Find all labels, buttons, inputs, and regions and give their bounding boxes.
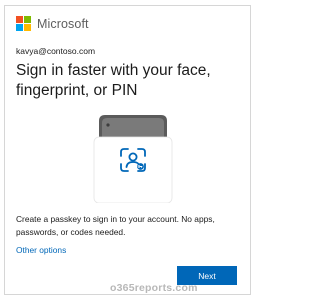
account-email: kavya@contoso.com [16, 46, 96, 56]
passkey-illustration [93, 115, 173, 204]
brand-header: Microsoft [16, 16, 89, 31]
page-title: Sign in faster with your face, fingerpri… [16, 62, 211, 99]
passkey-signin-card: Microsoft kavya@contoso.com Sign in fast… [4, 5, 251, 295]
logo-square-red [16, 16, 23, 23]
watermark-text: o365reports.com [110, 282, 198, 294]
logo-square-green [24, 16, 31, 23]
logo-square-blue [16, 24, 23, 31]
microsoft-logo-icon [16, 16, 31, 31]
brand-name: Microsoft [37, 16, 89, 31]
phone-illustration [93, 115, 173, 204]
passkey-description: Create a passkey to sign in to your acco… [16, 214, 215, 237]
logo-square-yellow [24, 24, 31, 31]
other-options-link[interactable]: Other options [16, 245, 66, 255]
